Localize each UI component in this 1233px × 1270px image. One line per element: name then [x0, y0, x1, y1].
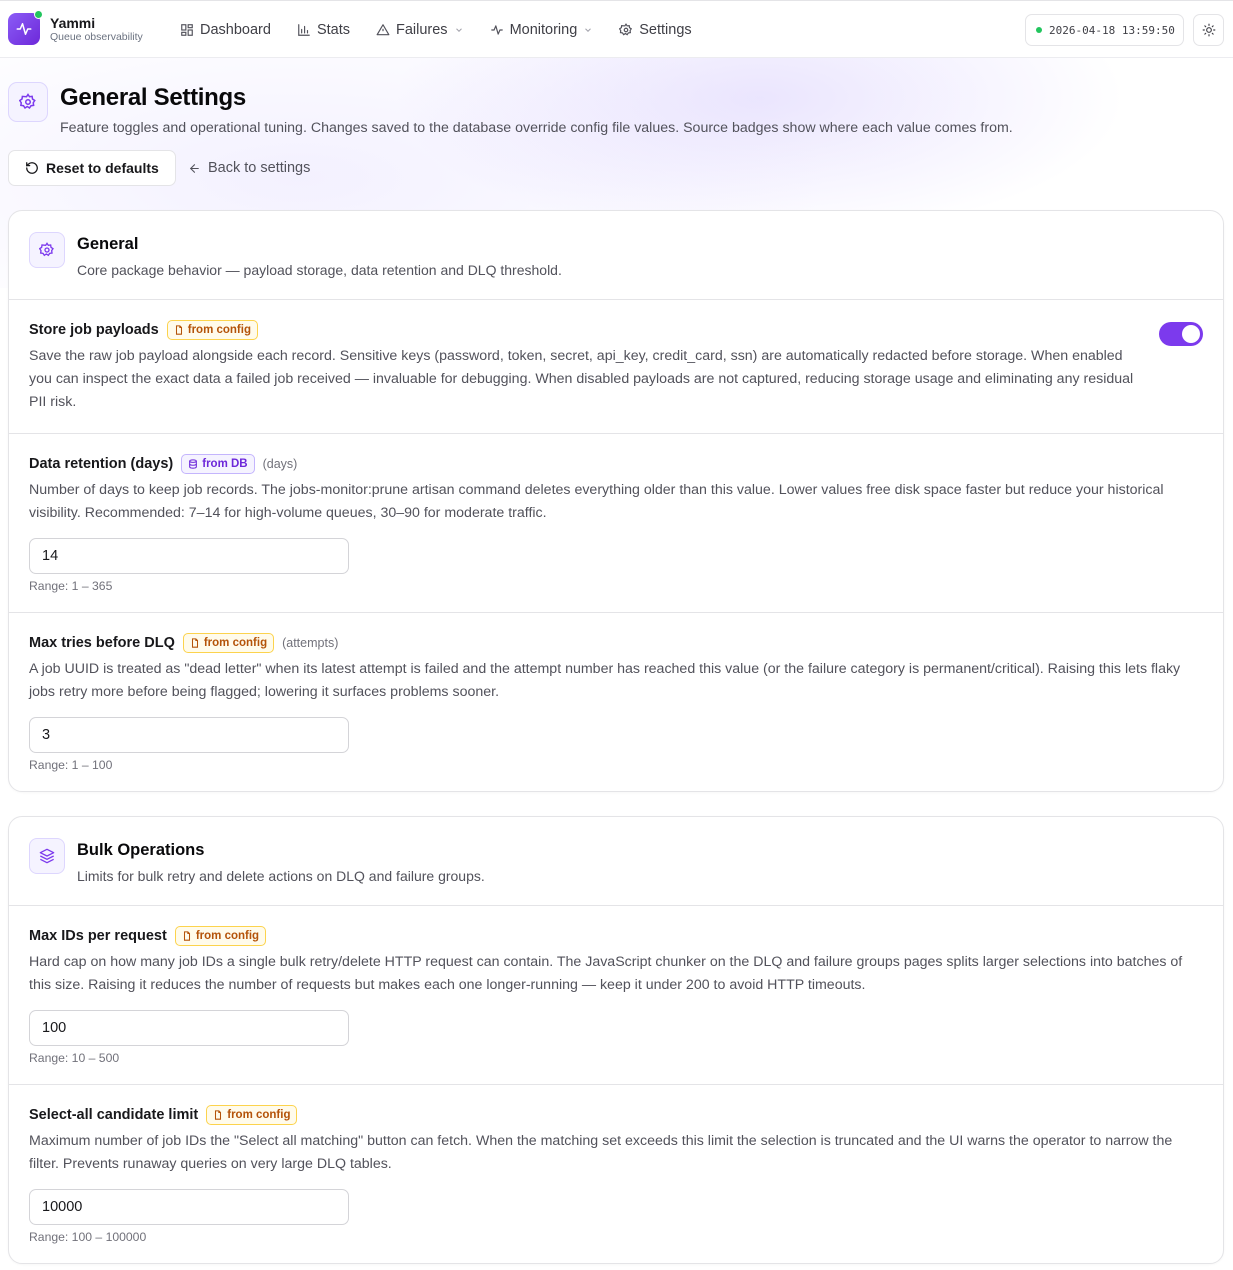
file-icon [183, 931, 190, 941]
reset-defaults-label: Reset to defaults [46, 160, 159, 176]
source-badge-label: from config [227, 1109, 291, 1121]
nav-stats-label: Stats [316, 22, 350, 38]
clock-text: 2026-04-18 13:59:50 [1049, 23, 1175, 37]
setting-name: Data retention (days) [29, 456, 174, 472]
setting-row-max-tries: Max tries before DLQ from config (attemp… [9, 613, 1223, 791]
nav-stats[interactable]: Stats [297, 22, 350, 38]
chevron-down-icon [585, 28, 592, 32]
nav-settings-label: Settings [639, 22, 692, 38]
nav-dashboard-label: Dashboard [200, 22, 271, 38]
source-badge: from DB [181, 454, 255, 474]
theme-toggle-button[interactable] [1193, 14, 1224, 46]
activity-icon [16, 23, 32, 35]
file-icon [175, 325, 182, 335]
setting-description: Maximum number of job IDs the "Select al… [29, 1133, 1173, 1172]
store-payloads-toggle[interactable] [1159, 322, 1203, 346]
setting-unit: (days) [262, 457, 298, 471]
card-description: Limits for bulk retry and delete actions… [77, 868, 485, 884]
gear-icon [619, 23, 633, 36]
nav-dashboard[interactable]: Dashboard [180, 22, 271, 38]
setting-description: A job UUID is treated as "dead letter" w… [29, 661, 1181, 700]
server-clock: 2026-04-18 13:59:50 [1025, 14, 1184, 46]
select-all-limit-input[interactable] [29, 1189, 349, 1225]
setting-row-data-retention: Data retention (days) from DB (days) Num… [9, 434, 1223, 613]
brand-subtitle: Queue observability [50, 30, 143, 43]
back-to-settings-label: Back to settings [208, 160, 311, 176]
setting-name: Store job payloads [29, 322, 159, 338]
card-header: General Core package behavior — payload … [9, 211, 1223, 300]
source-badge: from config [174, 926, 267, 946]
source-badge-label: from config [195, 930, 260, 942]
chevron-down-icon [455, 28, 462, 32]
page-gear-icon-box [8, 82, 48, 122]
bar-chart-icon [298, 24, 310, 36]
nav-failures-label: Failures [395, 22, 448, 38]
setting-range: Range: 100 – 100000 [29, 1230, 147, 1244]
toggle-knob [1182, 325, 1200, 343]
source-badge-label: from config [187, 324, 251, 336]
card-title: Bulk Operations [77, 841, 205, 859]
nav-failures[interactable]: Failures [376, 22, 464, 38]
card-icon-box [29, 838, 65, 874]
file-icon [215, 1110, 222, 1120]
max-tries-input[interactable] [29, 717, 349, 753]
setting-range: Range: 1 – 100 [29, 758, 113, 772]
warning-icon [376, 24, 390, 36]
arrow-left-icon [189, 163, 199, 173]
setting-name: Max IDs per request [29, 928, 167, 944]
layers-icon [39, 848, 55, 864]
card-header: Bulk Operations Limits for bulk retry an… [9, 817, 1223, 906]
setting-name: Select-all candidate limit [29, 1107, 199, 1123]
nav-monitoring-label: Monitoring [509, 22, 578, 38]
database-icon [189, 459, 198, 469]
reset-defaults-button[interactable]: Reset to defaults [8, 150, 176, 186]
max-ids-input[interactable] [29, 1010, 349, 1046]
gear-icon [19, 93, 36, 110]
page-title: General Settings [60, 84, 246, 111]
setting-range: Range: 1 – 365 [29, 579, 113, 593]
nav-settings[interactable]: Settings [619, 22, 692, 38]
setting-description: Save the raw job payload alongside each … [29, 348, 1134, 410]
setting-row-max-ids: Max IDs per request from config Hard cap… [9, 906, 1223, 1085]
setting-unit: (attempts) [282, 636, 339, 650]
brand-name: Yammi [50, 14, 96, 31]
reset-icon [26, 162, 38, 174]
setting-description: Number of days to keep job records. The … [29, 482, 1164, 521]
setting-row-select-all-limit: Select-all candidate limit from config M… [9, 1085, 1223, 1263]
brand[interactable]: Yammi Queue observability [8, 10, 143, 45]
general-card: General Core package behavior — payload … [8, 210, 1224, 792]
brand-logo [8, 10, 43, 45]
activity-icon [490, 25, 503, 35]
page-description: Feature toggles and operational tuning. … [60, 120, 1013, 136]
setting-range: Range: 10 – 500 [29, 1051, 120, 1065]
source-badge: from config [166, 320, 258, 340]
back-to-settings-link[interactable]: Back to settings [188, 150, 310, 186]
bulk-operations-card: Bulk Operations Limits for bulk retry an… [8, 816, 1224, 1264]
dashboard-icon [181, 24, 193, 36]
source-badge-label: from DB [202, 458, 248, 470]
clock-status-dot [1036, 27, 1042, 33]
nav-monitoring[interactable]: Monitoring [490, 22, 594, 38]
card-icon-box [29, 232, 65, 268]
source-badge: from config [182, 633, 275, 653]
data-retention-input[interactable] [29, 538, 349, 574]
setting-row-store-payloads: Store job payloads from config Save the … [9, 300, 1223, 434]
top-navbar: Yammi Queue observability Dashboard Stat… [0, 0, 1233, 58]
setting-description: Hard cap on how many job IDs a single bu… [29, 954, 1183, 993]
card-title: General [77, 235, 139, 253]
gear-icon [39, 242, 54, 257]
source-badge: from config [206, 1105, 298, 1125]
card-description: Core package behavior — payload storage,… [77, 262, 562, 278]
brand-status-dot [34, 10, 43, 19]
sun-icon [1202, 23, 1215, 37]
file-icon [191, 638, 198, 648]
source-badge-label: from config [203, 637, 268, 649]
main-nav: Dashboard Stats Failures Monitoring Sett… [180, 1, 718, 59]
setting-name: Max tries before DLQ [29, 635, 175, 651]
